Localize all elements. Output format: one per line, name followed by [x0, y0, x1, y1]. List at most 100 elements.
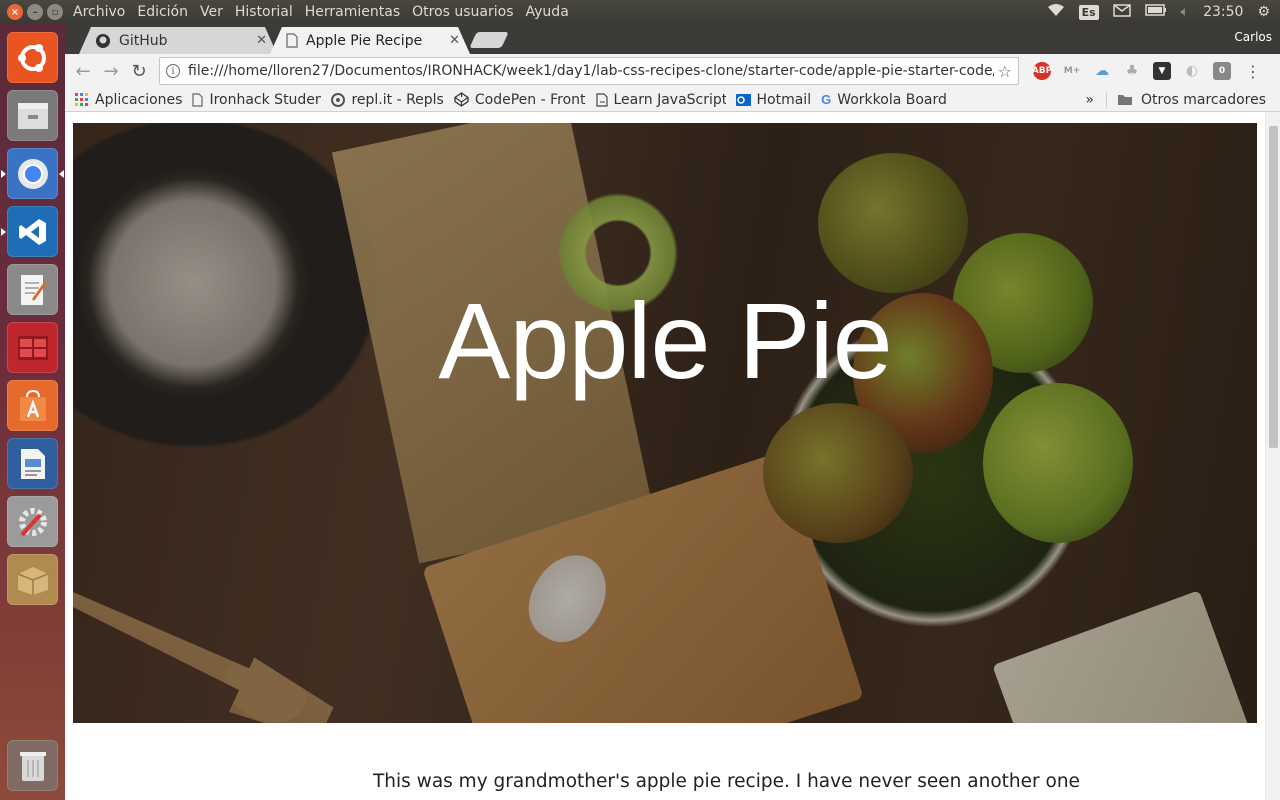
document-viewer-icon	[20, 448, 45, 479]
menu-kebab-icon[interactable]: ⋮	[1245, 62, 1261, 81]
profile-name[interactable]: Carlos	[1234, 30, 1272, 44]
tab-github[interactable]: GitHub ✕	[79, 27, 277, 54]
back-button[interactable]: ←	[69, 61, 97, 82]
new-tab-button[interactable]	[469, 32, 509, 48]
hero-image: Apple Pie	[73, 123, 1257, 723]
system-tray: Es 🔈︎ 23:50 ⚙	[1047, 3, 1280, 21]
files-icon	[17, 102, 48, 129]
launcher	[0, 24, 65, 800]
gear-icon[interactable]: ⚙	[1257, 4, 1270, 20]
menu-archivo[interactable]: Archivo	[67, 4, 131, 20]
codepen-icon	[454, 92, 469, 107]
keyboard-layout-indicator[interactable]: Es	[1078, 4, 1099, 20]
launcher-system-settings[interactable]	[7, 496, 58, 547]
launcher-trash[interactable]	[7, 740, 58, 791]
system-menu-bar: × – ▫ Archivo Edición Ver Historial Herr…	[0, 0, 1280, 24]
launcher-ubuntu-dash[interactable]	[7, 32, 58, 83]
scrollbar[interactable]	[1265, 112, 1280, 800]
close-icon[interactable]: ✕	[449, 33, 460, 48]
menu-ver[interactable]: Ver	[194, 4, 229, 20]
hero-title: Apple Pie	[438, 280, 892, 401]
url-text[interactable]: file:///home/lloren27/Documentos/IRONHAC…	[188, 63, 994, 79]
launcher-files[interactable]	[7, 90, 58, 141]
window-minimize-button[interactable]: –	[27, 4, 43, 20]
window-maximize-button[interactable]: ▫	[47, 4, 63, 20]
wifi-icon[interactable]	[1047, 3, 1065, 21]
software-center-icon	[19, 389, 46, 421]
extensions-area: ABP M+ ☁ ♣ ▼ ◐ 0	[1032, 62, 1231, 80]
other-bookmarks-folder[interactable]: Otros marcadores	[1117, 92, 1266, 108]
ubuntu-icon	[17, 43, 46, 72]
hero-overlay	[73, 123, 1257, 723]
launcher-software-center[interactable]	[7, 380, 58, 431]
window-controls: × – ▫	[7, 4, 67, 20]
launcher-vscode[interactable]	[1, 206, 58, 257]
tab-apple-pie-recipe[interactable]: Apple Pie Recipe ✕	[270, 27, 470, 54]
google-icon: G	[821, 92, 832, 107]
tab-label: GitHub	[119, 32, 168, 49]
menu-edicion[interactable]: Edición	[131, 4, 194, 20]
menu-ayuda[interactable]: Ayuda	[520, 4, 575, 20]
replit-icon	[331, 92, 346, 107]
mail-icon[interactable]	[1112, 3, 1131, 21]
folder-icon	[1117, 95, 1132, 105]
outlook-icon	[735, 93, 751, 106]
menu-otros-usuarios[interactable]: Otros usuarios	[406, 4, 519, 20]
browser-toolbar: ← → ↻ i file:///home/lloren27/Documentos…	[65, 54, 1280, 88]
launcher-terminal-app[interactable]	[7, 322, 58, 373]
page-icon	[192, 92, 204, 107]
clock[interactable]: 23:50	[1203, 4, 1243, 20]
browser-tab-strip: GitHub ✕ Apple Pie Recipe ✕ Carlos	[65, 24, 1280, 54]
page-icon	[286, 33, 298, 48]
focused-indicator	[59, 170, 64, 178]
bookmark-ironhack[interactable]: Ironhack Studen	[192, 92, 321, 108]
forward-button[interactable]: →	[97, 61, 125, 82]
bookmark-star-icon[interactable]: ☆	[998, 62, 1012, 81]
launcher-chrome[interactable]	[1, 148, 64, 199]
bookmark-aplicaciones[interactable]: Aplicaciones	[75, 92, 182, 108]
sync-icon[interactable]: ◐	[1183, 62, 1201, 80]
launcher-text-editor[interactable]	[7, 264, 58, 315]
info-icon[interactable]: i	[166, 64, 180, 78]
medium-icon[interactable]: M+	[1063, 62, 1081, 80]
scrollbar-thumb[interactable]	[1269, 126, 1278, 448]
pocket-icon[interactable]: ▼	[1153, 62, 1171, 80]
window-close-button[interactable]: ×	[7, 4, 23, 20]
intro-paragraph: This was my grandmother's apple pie reci…	[373, 771, 1080, 792]
settings-icon	[18, 507, 47, 536]
menu-herramientas[interactable]: Herramientas	[299, 4, 406, 20]
page-icon	[595, 92, 608, 107]
tab-label: Apple Pie Recipe	[306, 32, 423, 49]
trash-icon	[19, 751, 46, 781]
battery-icon[interactable]	[1144, 4, 1167, 20]
github-icon	[95, 33, 111, 49]
bookmarks-bar: Aplicaciones Ironhack Studen repl.it - R…	[65, 88, 1280, 112]
terminal-icon	[17, 335, 48, 360]
zero-icon[interactable]: 0	[1213, 62, 1231, 80]
apps-grid-icon	[75, 92, 88, 106]
reload-button[interactable]: ↻	[125, 61, 153, 82]
bookmarks-separator	[1105, 91, 1107, 108]
bookmark-replit[interactable]: repl.it - Repls	[331, 92, 444, 108]
bookmark-codepen[interactable]: CodePen - Front	[454, 92, 586, 108]
archive-icon	[17, 566, 48, 595]
bookmark-learn-javascript[interactable]: Learn JavaScript	[595, 92, 726, 108]
close-icon[interactable]: ✕	[256, 33, 267, 48]
chrome-icon	[17, 158, 48, 189]
bookmark-workkola[interactable]: G Workkola Board	[821, 92, 947, 108]
page-viewport: Apple Pie This was my grandmother's appl…	[65, 112, 1280, 800]
tree-icon[interactable]: ♣	[1123, 62, 1141, 80]
bookmark-hotmail[interactable]: Hotmail	[735, 92, 811, 108]
menu-historial[interactable]: Historial	[229, 4, 299, 20]
more-bookmarks-button[interactable]: »	[1085, 92, 1094, 108]
launcher-archive-manager[interactable]	[7, 554, 58, 605]
vscode-icon	[18, 218, 46, 245]
volume-muted-icon[interactable]: 🔈︎	[1181, 4, 1189, 20]
running-indicator	[1, 170, 6, 178]
address-bar[interactable]: i file:///home/lloren27/Documentos/IRONH…	[159, 57, 1019, 85]
text-editor-icon	[20, 274, 47, 305]
cloud-icon[interactable]: ☁	[1093, 62, 1111, 80]
launcher-document-viewer[interactable]	[7, 438, 58, 489]
running-indicator	[1, 228, 6, 236]
adblock-plus-icon[interactable]: ABP	[1032, 62, 1052, 80]
